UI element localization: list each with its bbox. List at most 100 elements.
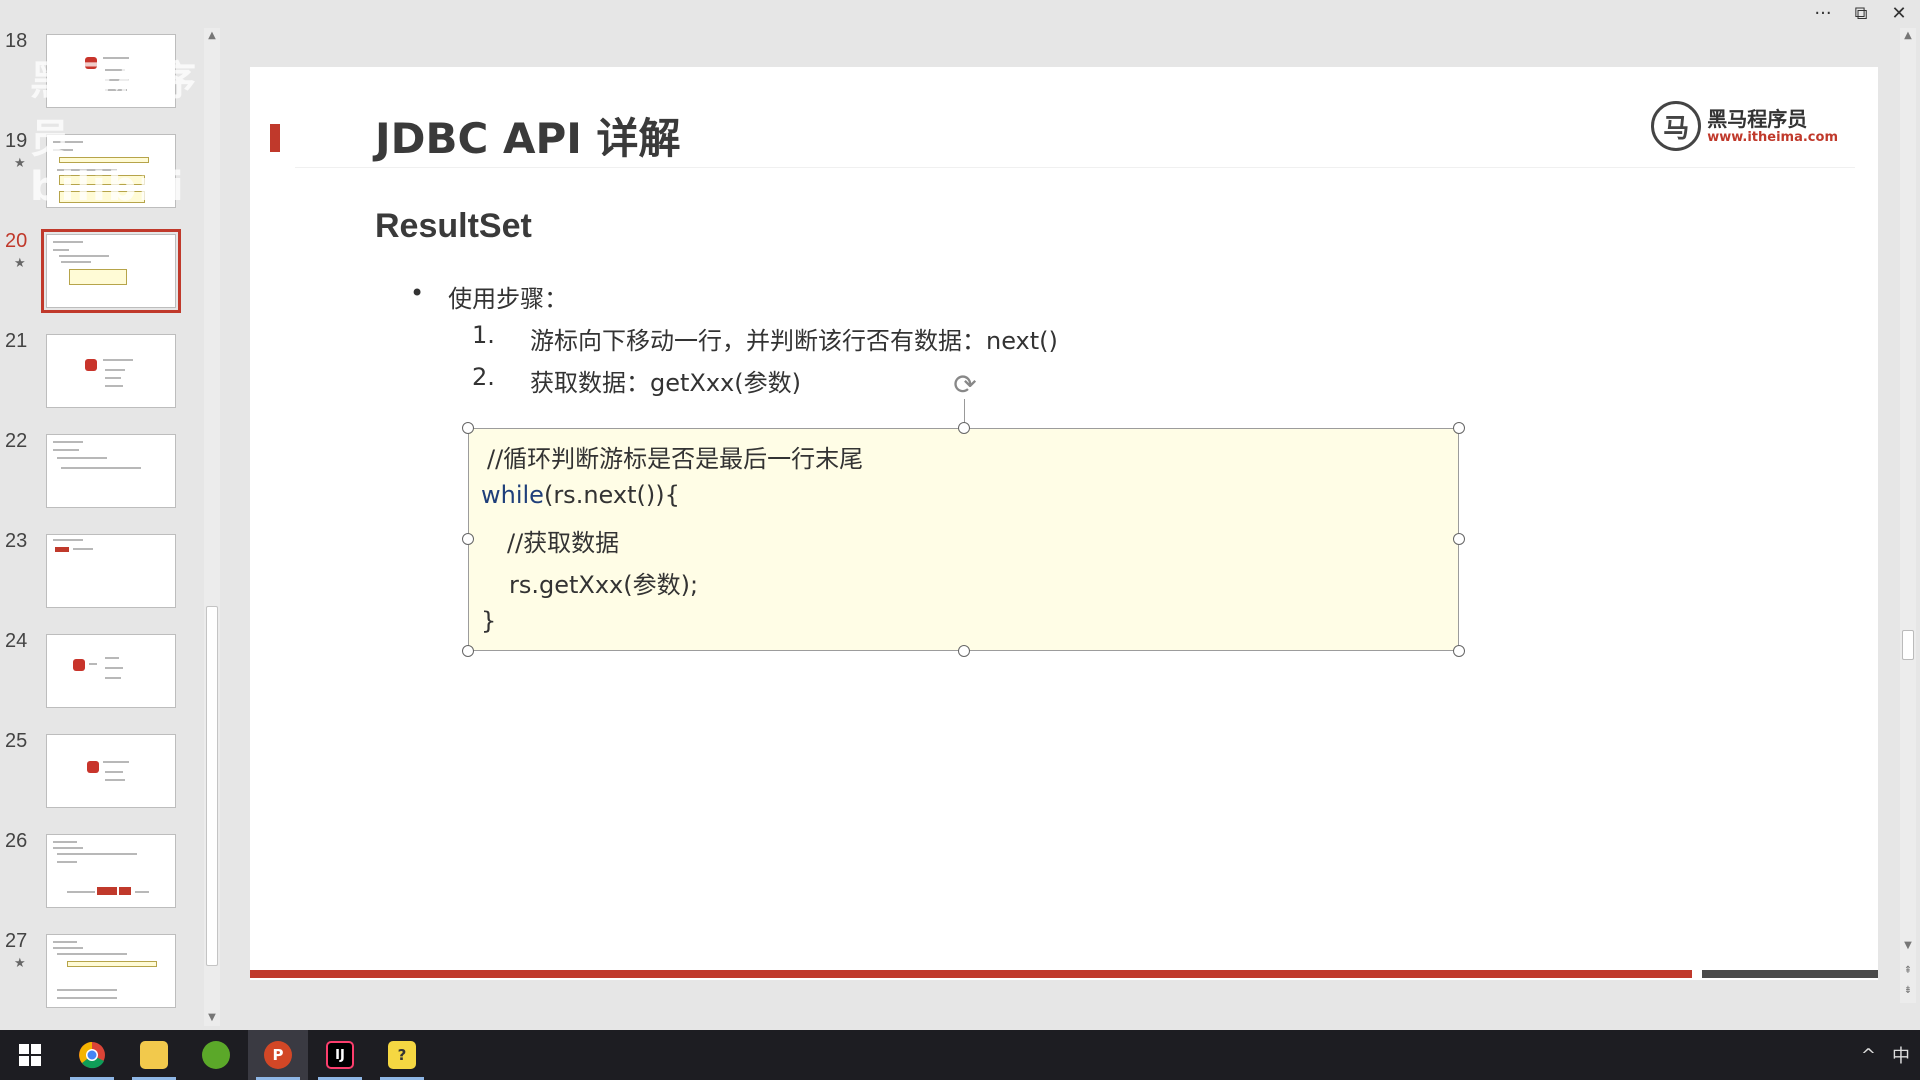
scroll-up-arrow-icon[interactable]: ▲ (1900, 28, 1916, 44)
slide-thumbnail-image[interactable] (46, 534, 176, 608)
resize-handle[interactable] (1453, 645, 1465, 657)
slide-thumbnail-image[interactable] (46, 634, 176, 708)
slide-thumbnail-image[interactable] (46, 134, 176, 208)
logo-brand-name: 黑马程序员 (1707, 106, 1808, 131)
slide-title[interactable]: JDBC API 详解 (375, 105, 681, 166)
slide-number: 26 (5, 830, 28, 852)
code-line: } (481, 607, 497, 635)
powerpoint-icon: P (264, 1041, 292, 1069)
itheima-logo: 马 黑马程序员 www.itheima.com (1651, 101, 1838, 151)
title-accent-bar (270, 124, 280, 152)
slide-number: 21 (5, 330, 28, 352)
section-title[interactable]: ResultSet (375, 207, 532, 246)
scroll-down-arrow-icon[interactable]: ▼ (1900, 938, 1916, 954)
resize-handle[interactable] (1453, 422, 1465, 434)
footer-bar-red (250, 970, 1692, 978)
thumbnail-scrollbar-thumb[interactable] (206, 606, 218, 966)
bullet-item[interactable]: • 使用步骤： (410, 279, 568, 314)
slide-number: 19 (5, 130, 28, 152)
previous-slide-icon[interactable]: ⇞ (1900, 963, 1916, 979)
slide-thumbnail-18[interactable]: 18 (0, 30, 200, 120)
slide-thumbnail-23[interactable]: 23 (0, 530, 200, 620)
bullet-text: 使用步骤： (448, 285, 569, 313)
slide-thumbnail-27[interactable]: 27 ★ (0, 930, 200, 1020)
slide-thumbnail-image[interactable] (46, 934, 176, 1008)
more-options-icon[interactable]: ··· (1812, 2, 1834, 24)
slide-number: 20 (5, 230, 28, 252)
start-button[interactable] (0, 1030, 60, 1080)
code-line: rs.getXxx(参数); (509, 571, 699, 599)
resize-handle[interactable] (958, 645, 970, 657)
code-line: //循环判断游标是否是最后一行末尾 (487, 445, 864, 473)
slide-thumbnail-25[interactable]: 25 (0, 730, 200, 820)
tray-chevron-icon[interactable]: ^ (1861, 1045, 1876, 1066)
taskbar-intellij[interactable]: IJ (310, 1030, 370, 1080)
sticky-notes-icon: ? (388, 1041, 416, 1069)
scroll-down-arrow-icon[interactable]: ▼ (204, 1010, 220, 1026)
code-text-box[interactable]: //循环判断游标是否是最后一行末尾 while(rs.next()){ //获取… (462, 422, 1465, 657)
slide-thumbnail-19[interactable]: 19 ★ (0, 130, 200, 220)
rotate-handle-icon[interactable]: ⟳ (950, 368, 980, 401)
taskbar-file-explorer[interactable] (124, 1030, 184, 1080)
slide-canvas[interactable]: JDBC API 详解 马 黑马程序员 www.itheima.com Resu… (250, 67, 1878, 980)
animation-star-icon: ★ (14, 156, 26, 171)
slide-thumbnail-26[interactable]: 26 (0, 830, 200, 920)
restore-window-icon[interactable]: ⧉ (1850, 2, 1872, 24)
slide-thumbnail-image-selected[interactable] (41, 229, 181, 313)
step-text: 游标向下移动一行，并判断该行否有数据：next() (530, 327, 1058, 355)
system-tray: ^ 中 (1861, 1030, 1910, 1080)
bullet-marker: • (410, 279, 425, 307)
resize-handle[interactable] (958, 422, 970, 434)
slide-thumbnail-image[interactable] (46, 434, 176, 508)
slide-thumbnail-image[interactable] (46, 34, 176, 108)
taskbar-chrome[interactable] (62, 1030, 122, 1080)
step-item[interactable]: 2. 获取数据：getXxx(参数) (472, 363, 801, 398)
taskbar-evernote[interactable] (186, 1030, 246, 1080)
next-slide-icon[interactable]: ⇟ (1900, 983, 1916, 999)
step-item[interactable]: 1. 游标向下移动一行，并判断该行否有数据：next() (472, 321, 1058, 356)
code-keyword: while (481, 481, 544, 509)
logo-url: www.itheima.com (1707, 129, 1838, 145)
animation-star-icon: ★ (14, 256, 26, 271)
step-text: 获取数据：getXxx(参数) (530, 369, 801, 397)
resize-handle[interactable] (462, 533, 474, 545)
taskbar-powerpoint[interactable]: P (248, 1030, 308, 1080)
slide-thumbnail-24[interactable]: 24 (0, 630, 200, 720)
ime-indicator[interactable]: 中 (1892, 1042, 1910, 1068)
taskbar-notes[interactable]: ? (372, 1030, 432, 1080)
intellij-icon: IJ (326, 1041, 354, 1069)
slide-scrollbar[interactable]: ▲ ▼ ⇞ ⇟ (1900, 28, 1916, 1003)
slide-number: 22 (5, 430, 28, 452)
slide-thumbnail-pane: 18 19 ★ 20 ★ 21 22 23 24 25 26 27 ★ 黑马程序… (0, 0, 225, 1030)
slide-number: 27 (5, 930, 28, 952)
chrome-icon (79, 1042, 105, 1069)
resize-handle[interactable] (462, 422, 474, 434)
slide-number: 25 (5, 730, 28, 752)
slide-number: 24 (5, 630, 28, 652)
resize-handle[interactable] (462, 645, 474, 657)
title-divider (295, 167, 1855, 168)
step-number: 2. (472, 363, 495, 391)
slide-thumbnail-21[interactable]: 21 (0, 330, 200, 420)
animation-star-icon: ★ (14, 956, 26, 971)
slide-thumbnail-image[interactable] (46, 734, 176, 808)
slide-scrollbar-thumb[interactable] (1902, 630, 1914, 660)
rotate-handle-stem (964, 399, 965, 423)
close-window-icon[interactable]: ✕ (1888, 2, 1910, 24)
scroll-up-arrow-icon[interactable]: ▲ (204, 28, 220, 44)
code-text: (rs.next()){ (543, 481, 680, 509)
slide-thumbnail-20[interactable]: 20 ★ (0, 229, 200, 320)
slide-number: 23 (5, 530, 28, 552)
step-number: 1. (472, 321, 495, 349)
slide-thumbnail-image[interactable] (46, 334, 176, 408)
code-line: //获取数据 (507, 529, 620, 557)
thumbnail-scrollbar[interactable]: ▲ ▼ (204, 28, 220, 1026)
windows-taskbar: P IJ ? ^ 中 (0, 1030, 1920, 1080)
resize-handle[interactable] (1453, 533, 1465, 545)
window-controls: ··· ⧉ ✕ (1812, 0, 1910, 26)
evernote-icon (202, 1041, 230, 1069)
horse-logo-icon: 马 (1651, 101, 1702, 151)
slide-thumbnail-22[interactable]: 22 (0, 430, 200, 520)
slide-thumbnail-image[interactable] (46, 834, 176, 908)
footer-bar-dark (1702, 970, 1878, 978)
